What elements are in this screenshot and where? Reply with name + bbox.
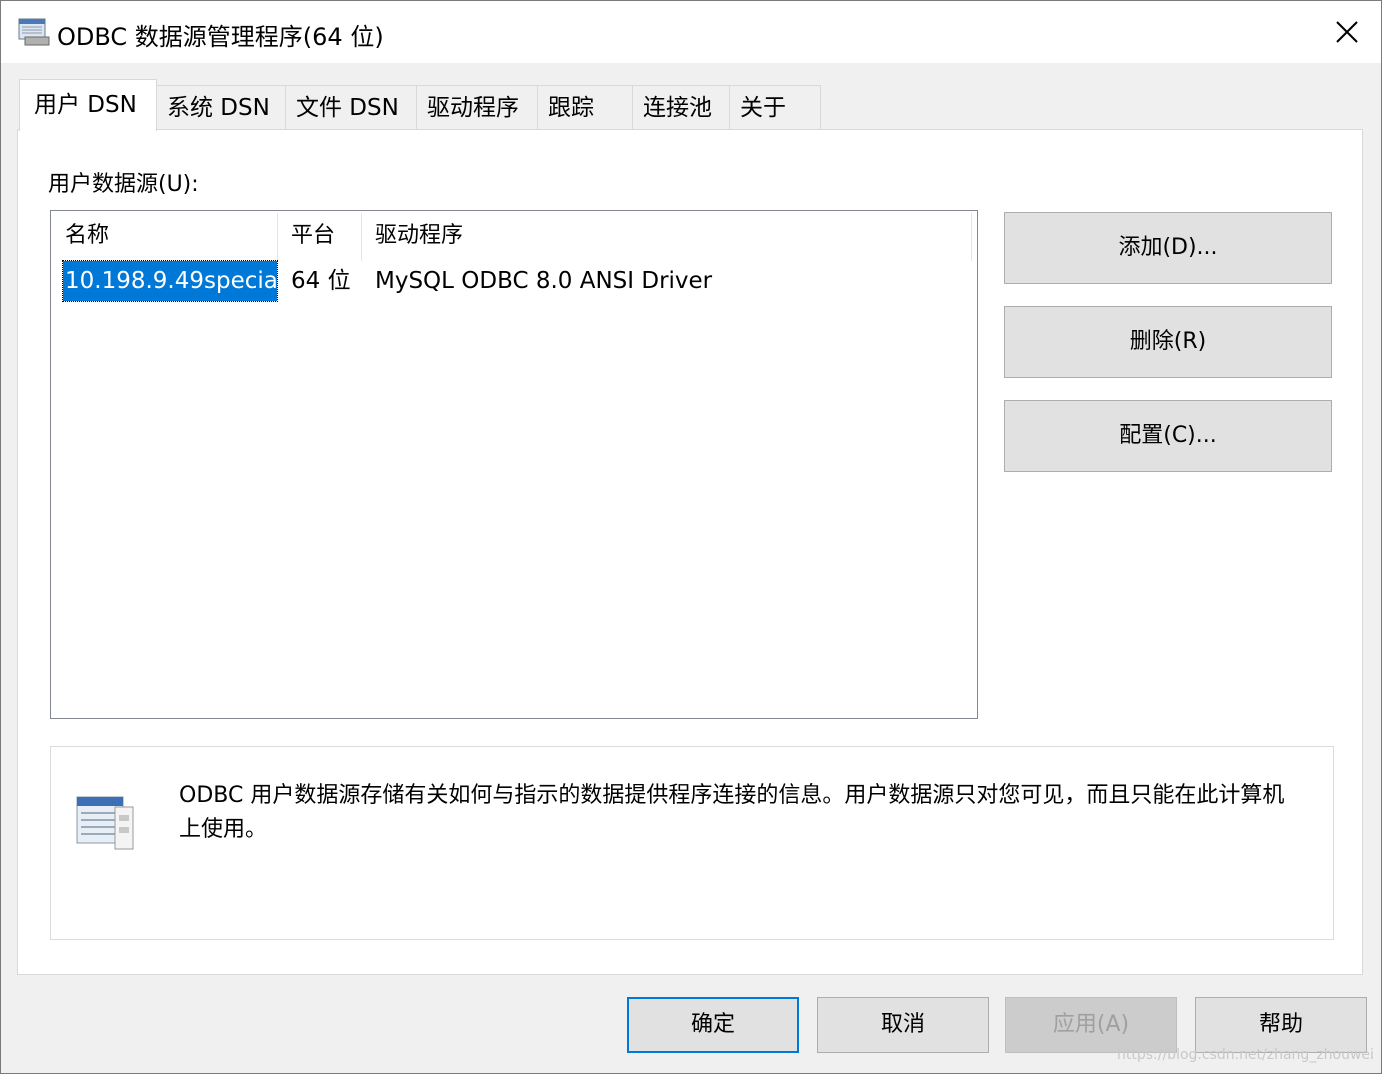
tab-tracing[interactable]: 跟踪	[537, 85, 633, 129]
column-divider[interactable]	[361, 213, 362, 261]
window-title: ODBC 数据源管理程序(64 位)	[57, 23, 384, 51]
watermark: https://blog.csdn.net/zhang_zhouwei	[1117, 1047, 1374, 1063]
datasource-platform-cell[interactable]: 64 位	[291, 261, 351, 301]
datasource-name-cell[interactable]: 10.198.9.49special	[62, 260, 278, 302]
column-divider[interactable]	[277, 213, 278, 261]
help-button[interactable]: 帮助	[1195, 997, 1367, 1053]
datasource-list[interactable]: 名称 平台 驱动程序 10.198.9.49special 64 位 MySQL…	[50, 210, 978, 719]
user-datasources-label: 用户数据源(U):	[48, 172, 199, 197]
tab-drivers[interactable]: 驱动程序	[416, 85, 538, 129]
odbc-dialog: ODBC 数据源管理程序(64 位) 用户 DSN 系统 DSN 文件 DSN …	[0, 0, 1382, 1074]
info-box: ODBC 用户数据源存储有关如何与指示的数据提供程序连接的信息。用户数据源只对您…	[50, 746, 1334, 940]
tab-user-dsn[interactable]: 用户 DSN	[19, 79, 157, 131]
add-button[interactable]: 添加(D)...	[1004, 212, 1332, 284]
tab-connection-pooling[interactable]: 连接池	[632, 85, 730, 129]
tab-about[interactable]: 关于	[729, 85, 821, 129]
tab-panel-user-dsn: 用户数据源(U): 名称 平台 驱动程序 10.198.9.49special …	[17, 129, 1363, 975]
column-header-driver[interactable]: 驱动程序	[375, 211, 463, 261]
tab-file-dsn[interactable]: 文件 DSN	[285, 85, 417, 129]
configure-button[interactable]: 配置(C)...	[1004, 400, 1332, 472]
close-icon	[1336, 21, 1358, 43]
datasource-info-icon	[73, 789, 137, 855]
tab-system-dsn[interactable]: 系统 DSN	[156, 85, 286, 129]
remove-button[interactable]: 删除(R)	[1004, 306, 1332, 378]
odbc-app-icon	[17, 15, 51, 47]
title-bar[interactable]: ODBC 数据源管理程序(64 位)	[1, 1, 1381, 63]
ok-button[interactable]: 确定	[627, 997, 799, 1053]
column-header-name[interactable]: 名称	[65, 211, 109, 261]
cancel-button[interactable]: 取消	[817, 997, 989, 1053]
datasource-driver-cell[interactable]: MySQL ODBC 8.0 ANSI Driver	[375, 261, 712, 301]
close-button[interactable]	[1317, 9, 1377, 55]
info-description: ODBC 用户数据源存储有关如何与指示的数据提供程序连接的信息。用户数据源只对您…	[179, 783, 1285, 842]
apply-button[interactable]: 应用(A)	[1005, 997, 1177, 1053]
column-header-platform[interactable]: 平台	[291, 211, 335, 261]
column-divider[interactable]	[971, 213, 972, 261]
